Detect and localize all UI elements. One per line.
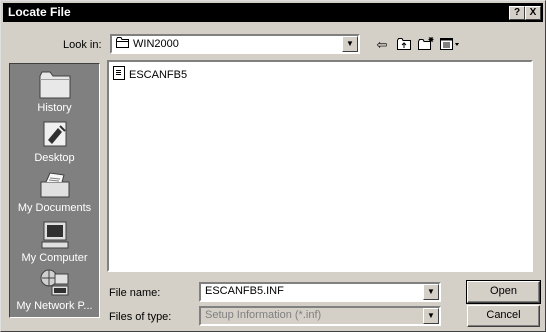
files-of-type-dropdown[interactable]: Setup Information (*.inf) ▼: [199, 306, 441, 326]
place-label: History: [37, 102, 72, 114]
view-menu-icon[interactable]: [437, 35, 465, 55]
title-bar[interactable]: Locate File ? X: [3, 3, 543, 22]
files-of-type-label: Files of type:: [109, 311, 172, 323]
window-title: Locate File: [8, 5, 71, 19]
my-network-places-icon: [40, 269, 68, 296]
history-icon: [39, 71, 70, 99]
file-name: ESCANFB5: [129, 69, 188, 81]
file-name-field[interactable]: ESCANFB5.INF ▼: [199, 282, 441, 302]
place-desktop[interactable]: Desktop: [10, 120, 99, 164]
desktop-icon: [43, 121, 66, 147]
up-folder-icon[interactable]: [393, 35, 415, 55]
look-in-label: Look in:: [63, 39, 102, 51]
locate-file-dialog: Locate File ? X Look in: WIN2000 ▼ ⇦ His…: [0, 0, 546, 332]
open-button[interactable]: Open: [466, 280, 541, 304]
place-my-network-places[interactable]: My Network P...: [10, 268, 99, 312]
chevron-down-icon[interactable]: ▼: [342, 36, 358, 52]
file-list[interactable]: ESCANFB5: [107, 60, 533, 272]
new-folder-icon[interactable]: [415, 35, 437, 55]
files-of-type-value: Setup Information (*.inf): [205, 309, 322, 321]
look-in-dropdown[interactable]: WIN2000 ▼: [110, 34, 360, 54]
place-my-computer[interactable]: My Computer: [10, 220, 99, 264]
cancel-button[interactable]: Cancel: [467, 305, 540, 327]
file-name-value: ESCANFB5.INF: [205, 285, 284, 297]
chevron-down-icon[interactable]: ▼: [423, 284, 439, 300]
place-label: My Computer: [21, 252, 88, 264]
my-computer-icon: [41, 221, 68, 249]
list-item[interactable]: ESCANFB5: [113, 66, 187, 81]
place-my-documents[interactable]: My Documents: [10, 170, 99, 214]
file-name-label: File name:: [109, 287, 161, 299]
my-documents-icon: [40, 172, 69, 198]
close-button[interactable]: X: [525, 6, 541, 20]
back-arrow-icon[interactable]: ⇦: [371, 35, 393, 55]
chevron-down-icon[interactable]: ▼: [423, 308, 439, 324]
place-history[interactable]: History: [10, 70, 99, 114]
places-bar: History Desktop My Documents My Computer…: [9, 63, 100, 318]
place-label: Desktop: [34, 152, 75, 164]
help-button[interactable]: ?: [509, 6, 525, 20]
place-label: My Network P...: [16, 300, 93, 312]
folder-icon: [116, 37, 129, 48]
place-label: My Documents: [17, 202, 92, 214]
setup-info-file-icon: [113, 66, 125, 80]
look-in-value: WIN2000: [133, 38, 179, 50]
